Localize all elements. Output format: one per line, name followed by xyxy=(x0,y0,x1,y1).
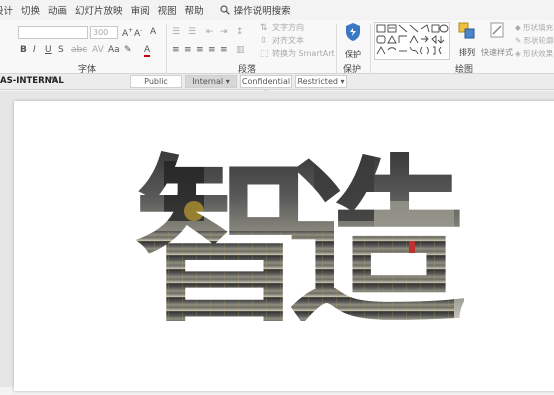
separator xyxy=(370,24,371,74)
search-icon xyxy=(220,5,230,15)
protect-button[interactable]: 保护 xyxy=(340,22,366,59)
menu-item-animations[interactable]: 动画 xyxy=(48,3,75,17)
line-spacing-icon[interactable]: ↕ xyxy=(236,28,244,37)
classification-option-label: Internal xyxy=(192,77,224,86)
shapes-gallery-icons xyxy=(376,24,449,55)
protect-label: 保护 xyxy=(345,50,361,59)
italic-icon[interactable]: I xyxy=(33,46,36,55)
increase-font-icon[interactable]: A+ xyxy=(122,28,133,39)
separator xyxy=(336,24,337,74)
shape-effects-button[interactable]: ◈ 形状效果 xyxy=(515,50,553,58)
decrease-font-icon[interactable]: A- xyxy=(134,28,142,39)
menu-item-transitions[interactable]: 切换 xyxy=(21,3,48,17)
shape-outline-button[interactable]: ✎ 形状轮廓 xyxy=(515,37,554,45)
increase-indent-icon[interactable]: ⇥ xyxy=(220,28,228,37)
justify-icon[interactable]: ≡ xyxy=(208,46,216,55)
dropdown-icon: ▾ xyxy=(225,77,230,86)
tell-me-search[interactable]: 操作说明搜索 xyxy=(212,3,291,17)
menu-item-view[interactable]: 视图 xyxy=(158,3,185,17)
strikethrough-icon[interactable]: abc xyxy=(71,46,87,55)
align-right-icon[interactable]: ≡ xyxy=(196,46,204,55)
classification-restricted[interactable]: Restricted ▾ xyxy=(295,75,347,88)
classification-option-label: Public xyxy=(144,77,168,86)
font-size-box[interactable]: 300 xyxy=(90,26,118,39)
columns-icon[interactable]: ▥ xyxy=(236,46,245,55)
slide-artwork: 智 造 xyxy=(134,140,464,321)
classification-internal[interactable]: Internal ▾ xyxy=(185,75,237,88)
font-size-value: 300 xyxy=(93,28,109,37)
clear-format-icon[interactable]: A xyxy=(150,28,156,37)
bullets-icon[interactable]: ☰ xyxy=(172,28,180,37)
align-left-icon[interactable]: ≡ xyxy=(172,46,180,55)
menu-item-slideshow[interactable]: 幻灯片放映 xyxy=(75,3,131,17)
align-text-icon[interactable]: ⇳ xyxy=(260,37,268,46)
arrange-button[interactable]: 排列 xyxy=(455,22,479,60)
distributed-icon[interactable]: ≡ xyxy=(220,46,228,55)
classification-public[interactable]: Public xyxy=(130,75,182,88)
menu-bar: 设计 切换 动画 幻灯片放映 审阅 视图 帮助 操作说明搜索 xyxy=(0,0,554,20)
align-center-icon[interactable]: ≡ xyxy=(184,46,192,55)
highlight-icon[interactable]: ✎ xyxy=(124,46,132,55)
edit-icon[interactable]: ✎ xyxy=(50,76,58,86)
dropdown-icon: ▾ xyxy=(340,77,345,86)
text-direction-label[interactable]: 文字方向 xyxy=(272,24,304,32)
quick-styles-label: 快速样式 xyxy=(481,48,513,57)
shape-fill-label: 形状填充 xyxy=(523,23,554,32)
menu-item-review[interactable]: 审阅 xyxy=(131,3,158,17)
shape-fill-button[interactable]: ◆ 形状填充 xyxy=(515,24,553,32)
separator xyxy=(166,24,167,74)
quick-styles-icon xyxy=(490,22,504,38)
slide-canvas[interactable]: 智 造 xyxy=(14,101,554,391)
shape-effects-label: 形状效果 xyxy=(523,49,554,58)
ribbon: 300 A+ A- A B I U S abc AV Aa ✎ A 字体 ☰ ☰… xyxy=(0,20,554,75)
align-text-label[interactable]: 对齐文本 xyxy=(272,37,304,45)
arrange-label: 排列 xyxy=(459,48,475,57)
font-color-icon[interactable]: A xyxy=(144,46,151,57)
decrease-indent-icon[interactable]: ⇤ xyxy=(206,28,214,37)
char-spacing-icon[interactable]: AV xyxy=(92,46,104,55)
arrange-icon xyxy=(458,22,475,39)
search-label: 操作说明搜索 xyxy=(233,6,291,17)
text-direction-icon[interactable]: ⇅ xyxy=(260,24,268,33)
menu-item-design[interactable]: 设计 xyxy=(0,3,21,17)
classification-confidential[interactable]: Confidential ▾ xyxy=(240,75,292,97)
slide-workspace: 智 造 xyxy=(0,91,554,391)
classification-option-label: Confidential xyxy=(241,77,291,86)
quick-styles-button[interactable]: 快速样式 xyxy=(481,22,513,60)
shield-icon xyxy=(346,23,360,41)
smartart-label[interactable]: 转换为 SmartArt xyxy=(272,50,335,58)
classification-option-label: Restricted xyxy=(297,77,338,86)
picture-filled-text xyxy=(134,140,464,321)
shape-outline-label: 形状轮廓 xyxy=(523,36,554,45)
underline-icon[interactable]: U xyxy=(45,46,52,55)
font-name-box[interactable] xyxy=(18,26,88,39)
bold-icon[interactable]: B xyxy=(20,46,27,55)
shadow-icon[interactable]: S xyxy=(58,46,64,55)
change-case-icon[interactable]: Aa xyxy=(108,46,120,55)
menu-item-help[interactable]: 帮助 xyxy=(185,3,212,17)
numbering-icon[interactable]: ☰ xyxy=(188,28,196,37)
smartart-icon[interactable]: ⬚ xyxy=(260,50,269,59)
classification-bar: AS-INTERNAL ✎ Public Internal ▾ Confiden… xyxy=(0,74,554,97)
shapes-gallery[interactable] xyxy=(374,22,450,60)
